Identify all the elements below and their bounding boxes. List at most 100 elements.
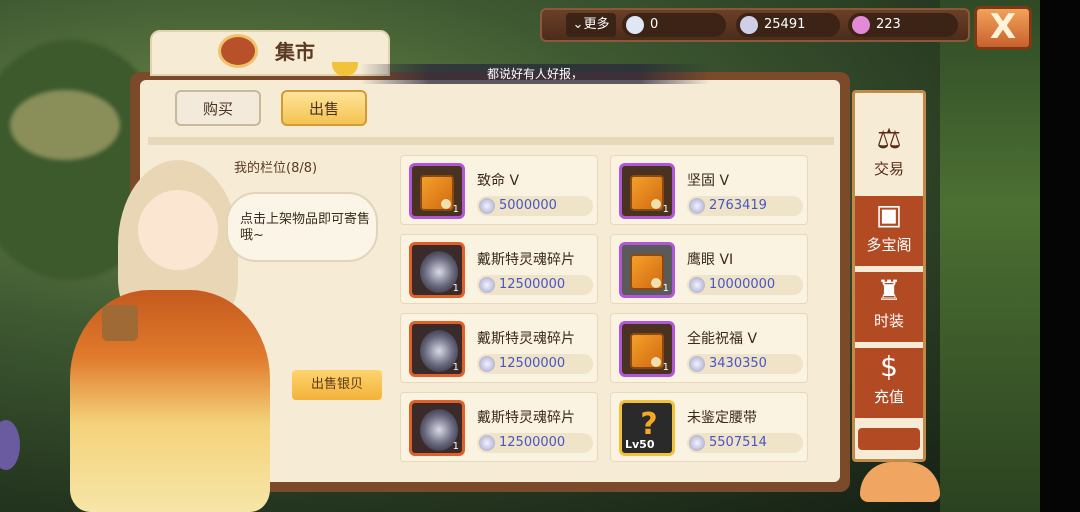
shell-counter: 25491 bbox=[736, 13, 840, 37]
item-icon-frame: ? Lv50 bbox=[619, 400, 675, 456]
nav-label: 交易 bbox=[873, 160, 904, 178]
item-qty: 1 bbox=[452, 362, 459, 373]
scale-icon: ⚖ bbox=[876, 122, 902, 155]
speech-bubble: 点击上架物品即可寄售哦~ bbox=[226, 192, 378, 262]
shell-icon bbox=[689, 356, 705, 372]
listing-item[interactable]: 1 坚固 V 2763419 bbox=[610, 155, 808, 225]
listing-item[interactable]: 1 戴斯特灵魂碎片 12500000 bbox=[400, 313, 598, 383]
price-value: 10000000 bbox=[709, 277, 776, 292]
item-name: 戴斯特灵魂碎片 bbox=[477, 252, 575, 268]
nav-item-trade[interactable]: ⚖ 交易 bbox=[855, 120, 923, 190]
shell-icon bbox=[479, 277, 495, 293]
price-value: 2763419 bbox=[709, 198, 767, 213]
price-value: 12500000 bbox=[499, 435, 566, 450]
shell-icon bbox=[479, 356, 495, 372]
tab-sell[interactable]: 出售 bbox=[281, 90, 367, 126]
npc-face bbox=[138, 190, 218, 270]
price-value: 12500000 bbox=[499, 356, 566, 371]
listing-item[interactable]: ? Lv50 未鉴定腰带 5507514 bbox=[610, 392, 808, 462]
item-price: 3430350 bbox=[687, 354, 803, 374]
more-button[interactable]: ⌄更多 bbox=[566, 13, 616, 37]
item-price: 10000000 bbox=[687, 275, 803, 295]
item-qty: 1 bbox=[662, 362, 669, 373]
shell-icon bbox=[479, 198, 495, 214]
item-name: 致命 V bbox=[477, 173, 520, 189]
dollar-icon: $ bbox=[880, 350, 898, 383]
side-orb-icon[interactable] bbox=[0, 420, 20, 470]
skill-book-icon bbox=[420, 175, 454, 211]
tab-buy[interactable]: 购买 bbox=[175, 90, 261, 126]
more-label: 更多 bbox=[583, 17, 610, 32]
item-level: Lv50 bbox=[625, 438, 655, 451]
skill-book-icon bbox=[630, 175, 664, 211]
item-price: 12500000 bbox=[477, 433, 593, 453]
close-button[interactable]: X bbox=[974, 6, 1032, 50]
nav-item-recharge[interactable]: $ 充值 bbox=[855, 348, 923, 418]
item-qty: 1 bbox=[452, 204, 459, 215]
item-qty: 1 bbox=[452, 441, 459, 452]
crystal-value: 223 bbox=[876, 17, 901, 32]
shell-icon bbox=[740, 16, 758, 34]
item-qty: 1 bbox=[452, 283, 459, 294]
treasure-box-icon: ▣ bbox=[875, 198, 903, 231]
skill-book-icon bbox=[630, 254, 664, 290]
screen-edge bbox=[1040, 0, 1080, 512]
listing-item[interactable]: 1 戴斯特灵魂碎片 12500000 bbox=[400, 234, 598, 304]
nav-label: 充值 bbox=[873, 388, 904, 406]
crystal-counter: 223 bbox=[848, 13, 958, 37]
item-price: 5507514 bbox=[687, 433, 803, 453]
nav-label: 时装 bbox=[873, 312, 904, 330]
page-title: 集市 bbox=[275, 40, 315, 64]
shell-icon bbox=[689, 435, 705, 451]
item-name: 鹰眼 VI bbox=[687, 252, 734, 268]
star-value: 0 bbox=[650, 17, 659, 32]
item-name: 坚固 V bbox=[687, 173, 730, 189]
shell-value: 25491 bbox=[764, 17, 806, 32]
divider bbox=[148, 137, 834, 145]
item-icon-frame: 1 bbox=[619, 242, 675, 298]
npc-body bbox=[70, 290, 270, 512]
item-icon-frame: 1 bbox=[619, 163, 675, 219]
item-price: 2763419 bbox=[687, 196, 803, 216]
nav-item-costume[interactable]: ♜ 时装 bbox=[855, 272, 923, 342]
item-name: 戴斯特灵魂碎片 bbox=[477, 410, 575, 426]
item-icon-frame: 1 bbox=[409, 163, 465, 219]
star-icon bbox=[626, 16, 644, 34]
item-name: 全能祝福 V bbox=[687, 331, 758, 347]
scale-icon bbox=[218, 34, 258, 68]
costume-icon: ♜ bbox=[876, 274, 902, 307]
item-icon-frame: 1 bbox=[409, 400, 465, 456]
news-ticker: 都说好有人好报， bbox=[360, 64, 710, 84]
item-icon-frame: 1 bbox=[619, 321, 675, 377]
listing-item[interactable]: 1 戴斯特灵魂碎片 12500000 bbox=[400, 392, 598, 462]
item-icon-frame: 1 bbox=[409, 242, 465, 298]
background-rock bbox=[10, 90, 120, 160]
nav-item-treasure[interactable]: ▣ 多宝阁 bbox=[855, 196, 923, 266]
shell-icon bbox=[479, 435, 495, 451]
item-price: 12500000 bbox=[477, 354, 593, 374]
item-qty: 1 bbox=[662, 204, 669, 215]
fox-mascot bbox=[860, 462, 940, 502]
sell-silver-shell-button[interactable]: 出售银贝 bbox=[292, 370, 382, 400]
item-name: 未鉴定腰带 bbox=[687, 410, 757, 426]
listing-item[interactable]: 1 全能祝福 V 3430350 bbox=[610, 313, 808, 383]
npc-cross-emblem bbox=[102, 305, 138, 341]
item-price: 5000000 bbox=[477, 196, 593, 216]
price-value: 12500000 bbox=[499, 277, 566, 292]
nav-ornament bbox=[858, 428, 920, 450]
nav-label: 多宝阁 bbox=[866, 236, 912, 254]
slots-label: 我的栏位(8/8) bbox=[234, 161, 318, 176]
star-counter: 0 bbox=[622, 13, 726, 37]
item-name: 戴斯特灵魂碎片 bbox=[477, 331, 575, 347]
price-value: 3430350 bbox=[709, 356, 767, 371]
skill-book-icon bbox=[630, 333, 664, 369]
shell-icon bbox=[689, 277, 705, 293]
item-icon-frame: 1 bbox=[409, 321, 465, 377]
item-price: 12500000 bbox=[477, 275, 593, 295]
crystal-icon bbox=[852, 16, 870, 34]
price-value: 5000000 bbox=[499, 198, 557, 213]
listing-item[interactable]: 1 鹰眼 VI 10000000 bbox=[610, 234, 808, 304]
price-value: 5507514 bbox=[709, 435, 767, 450]
listing-item[interactable]: 1 致命 V 5000000 bbox=[400, 155, 598, 225]
item-qty: 1 bbox=[662, 283, 669, 294]
